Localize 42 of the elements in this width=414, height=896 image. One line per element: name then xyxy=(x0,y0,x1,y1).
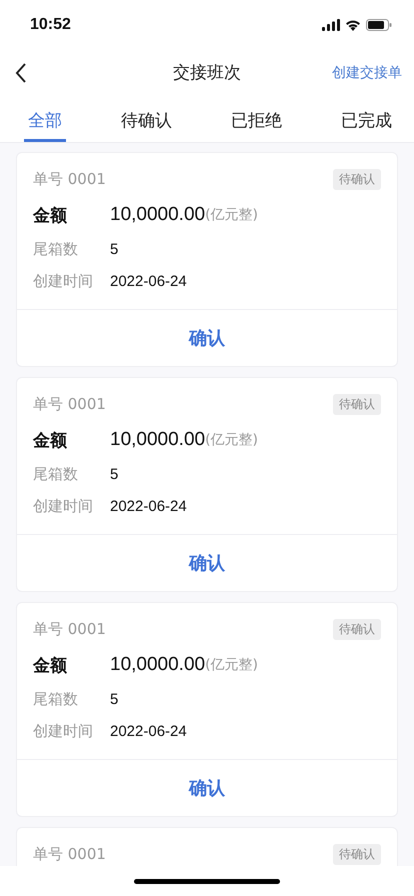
field-label: 尾箱数 xyxy=(33,690,79,708)
status-badge: 待确认 xyxy=(333,394,381,414)
field-label: 创建时间 xyxy=(33,722,94,740)
amount-unit: (亿元整) xyxy=(205,656,258,674)
amount-unit: (亿元整) xyxy=(205,431,258,449)
field-value: 2022-06-24 xyxy=(110,722,187,740)
status-badge: 待确认 xyxy=(333,168,381,190)
back-icon[interactable] xyxy=(14,62,28,84)
amount-value: 10,0000.00 xyxy=(110,654,206,676)
order-number: 单号 0001 xyxy=(33,170,106,188)
status-time: 10:52 xyxy=(30,16,71,34)
amount-label: 金额 xyxy=(33,654,68,676)
tab[interactable]: 待确认 xyxy=(117,95,176,142)
order-number: 单号 0001 xyxy=(33,394,106,414)
field-value: 5 xyxy=(110,466,118,482)
confirm-button[interactable]: 确认 xyxy=(17,309,397,366)
amount-value: 10,0000.00 xyxy=(110,429,206,451)
field-value: 2022-06-24 xyxy=(110,272,187,290)
field-label: 尾箱数 xyxy=(33,464,79,484)
page-title: 交接班次 xyxy=(173,62,241,84)
field-label: 创建时间 xyxy=(33,496,94,516)
field-value: 5 xyxy=(110,240,118,258)
tab[interactable]: 已拒绝 xyxy=(227,95,286,142)
amount-value: 10,0000.00 xyxy=(110,204,206,226)
status-badge: 待确认 xyxy=(333,618,381,640)
field-label: 尾箱数 xyxy=(33,240,79,258)
wifi-icon xyxy=(345,19,361,31)
confirm-button[interactable]: 确认 xyxy=(17,759,397,816)
field-label: 创建时间 xyxy=(33,272,94,290)
signal-icon xyxy=(322,19,340,31)
status-badge: 待确认 xyxy=(333,844,381,864)
field-value: 2022-06-24 xyxy=(110,498,187,514)
order-number: 单号 0001 xyxy=(33,844,106,864)
create-link[interactable]: 创建交接单 xyxy=(332,64,402,82)
amount-unit: (亿元整) xyxy=(205,206,258,224)
field-value: 5 xyxy=(110,690,118,708)
amount-label: 金额 xyxy=(33,204,68,226)
order-number: 单号 0001 xyxy=(33,620,106,638)
confirm-button[interactable]: 确认 xyxy=(17,534,397,591)
amount-label: 金额 xyxy=(33,430,68,452)
tab[interactable]: 已完成 xyxy=(337,95,396,142)
battery-icon xyxy=(366,19,392,31)
